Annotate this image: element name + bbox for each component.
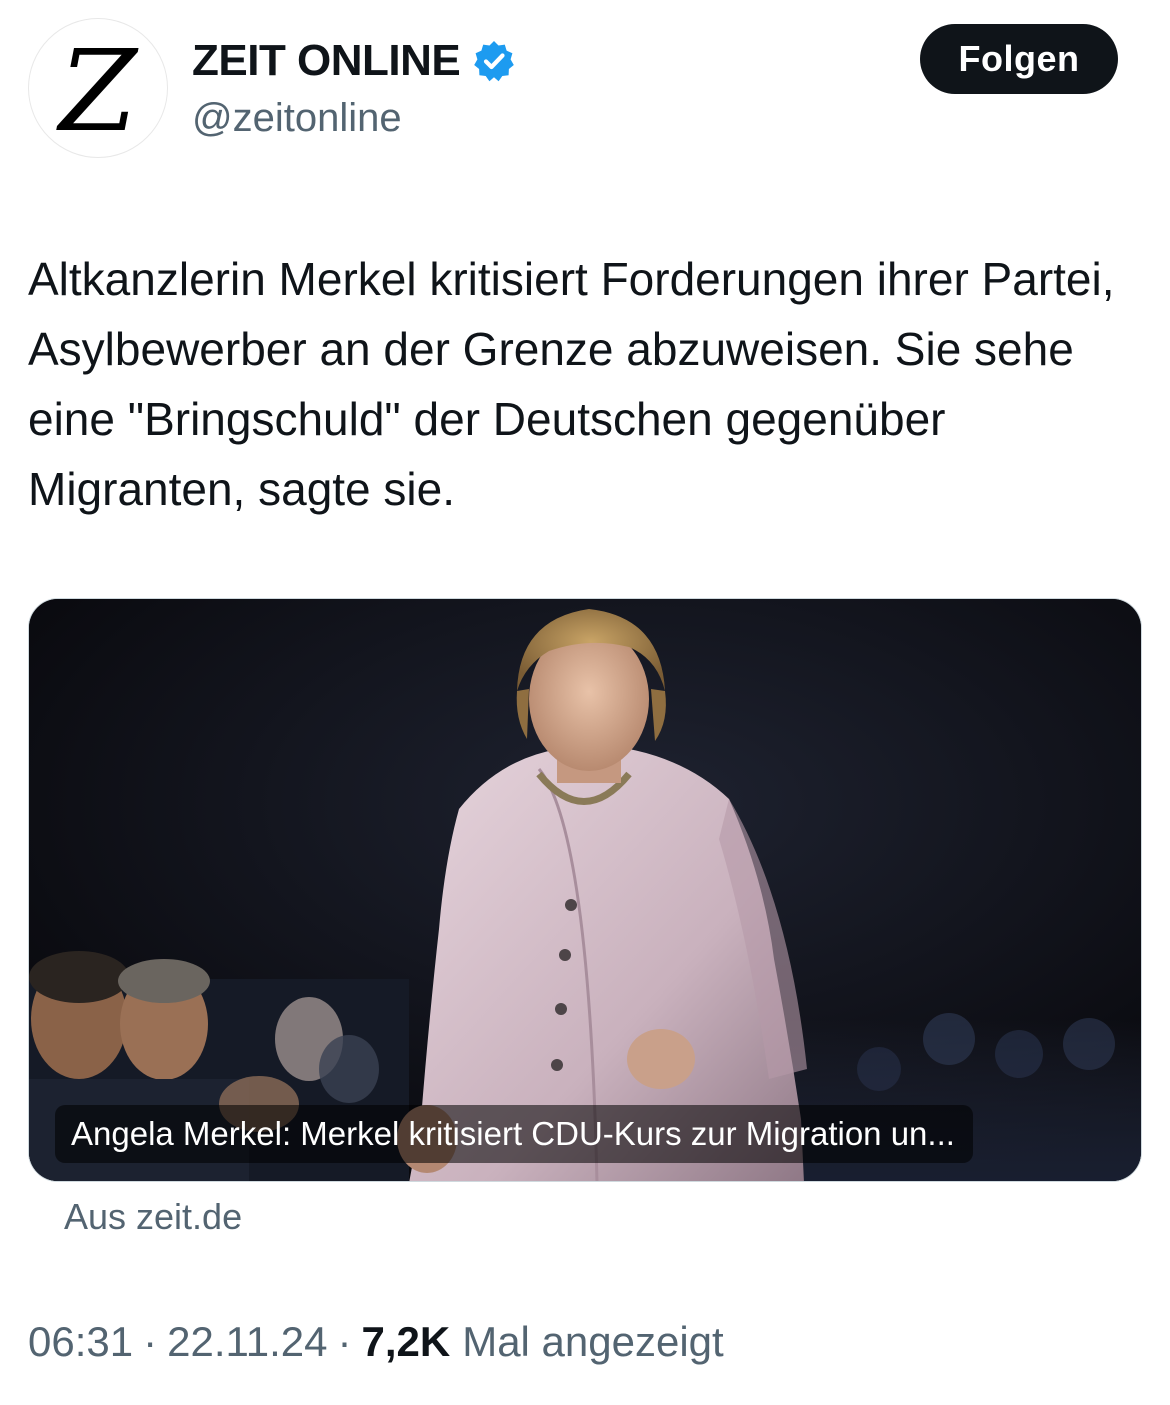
verified-badge-icon <box>474 41 515 82</box>
display-name-row[interactable]: ZEIT ONLINE <box>192 34 516 88</box>
tweet-date[interactable]: 22.11.24 <box>167 1318 327 1366</box>
display-name[interactable]: ZEIT ONLINE <box>192 36 461 86</box>
link-card[interactable]: Angela Merkel: Merkel kritisiert CDU-Kur… <box>28 598 1142 1182</box>
views-count[interactable]: 7,2K <box>361 1318 450 1366</box>
avatar[interactable]: Z <box>28 18 168 158</box>
tweet-text: Altkanzlerin Merkel kritisiert Forderung… <box>28 253 1115 515</box>
card-photo <box>29 599 1141 1181</box>
zeit-logo-icon: Z <box>56 28 139 148</box>
views-label: Mal angezeigt <box>462 1318 724 1365</box>
avatar-letter: Z <box>56 28 139 148</box>
tweet-time[interactable]: 06:31 <box>28 1318 133 1366</box>
card-source-link[interactable]: Aus zeit.de <box>64 1196 242 1238</box>
tweet-meta: 06:31 · 22.11.24 · 7,2K Mal angezeigt <box>28 1318 724 1366</box>
meta-separator-2: · <box>337 1318 352 1365</box>
follow-button[interactable]: Folgen <box>920 24 1118 94</box>
meta-separator: · <box>143 1318 158 1365</box>
account-handle[interactable]: @zeitonline <box>192 96 402 141</box>
card-caption: Angela Merkel: Merkel kritisiert CDU-Kur… <box>55 1105 973 1163</box>
